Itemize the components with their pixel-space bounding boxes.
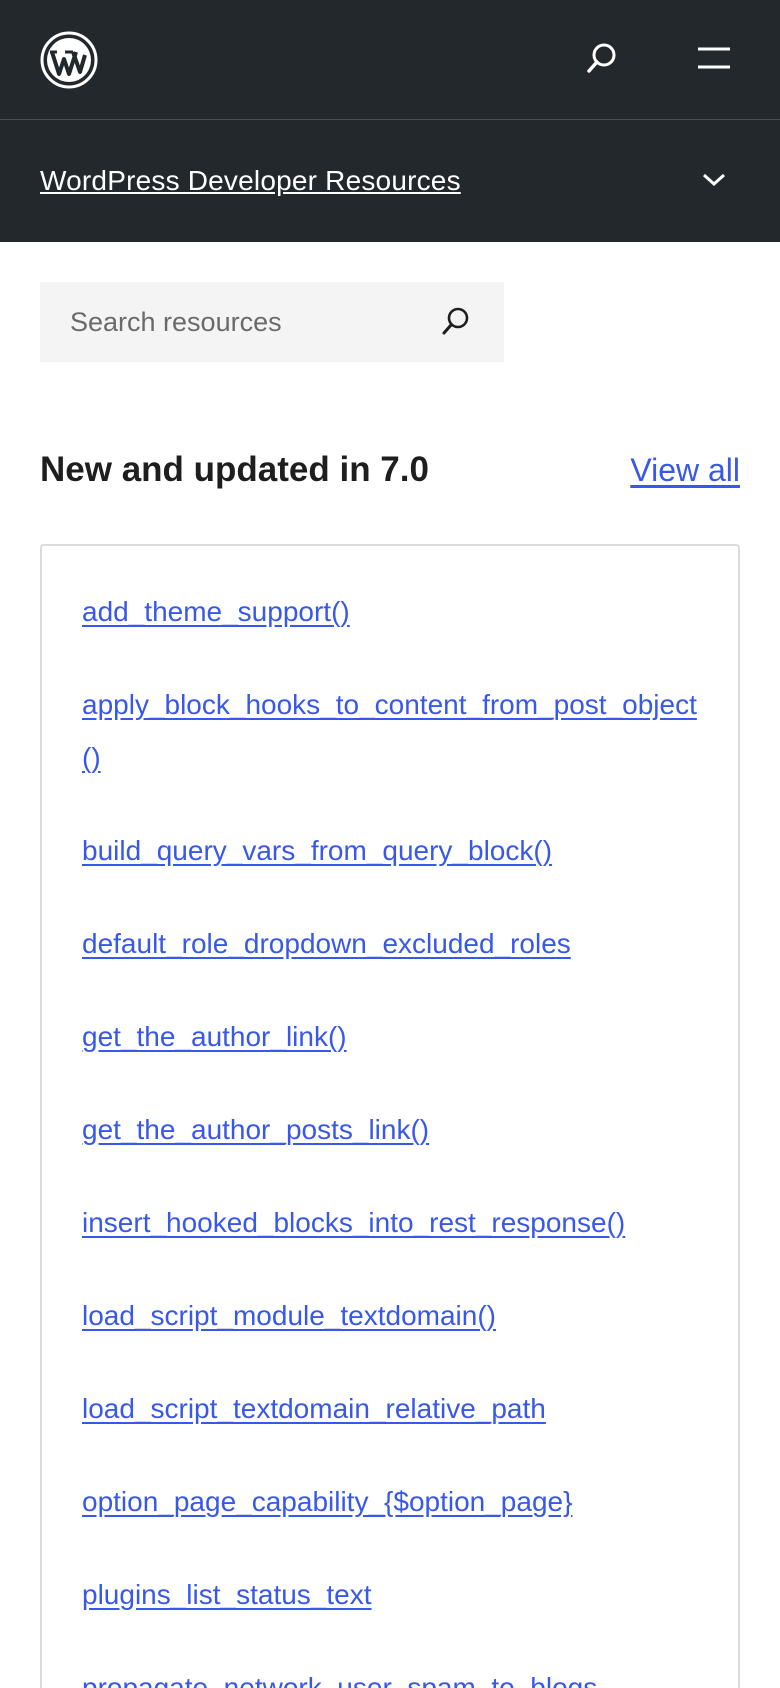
search-icon — [585, 41, 619, 78]
search-section — [0, 242, 780, 362]
list-item: default_role_dropdown_excluded_roles — [82, 920, 698, 973]
header-search-button[interactable] — [576, 34, 628, 86]
section-header: New and updated in 7.0 View all — [0, 448, 780, 492]
header-actions — [576, 34, 740, 86]
local-nav: WordPress Developer Resources — [0, 120, 780, 242]
list-link[interactable]: option_page_capability_{$option_page} — [82, 1486, 572, 1517]
list-link[interactable]: load_script_textdomain_relative_path — [82, 1393, 546, 1424]
list-item: apply_block_hooks_to_content_from_post_o… — [82, 681, 698, 787]
updated-list-card: add_theme_support() apply_block_hooks_to… — [40, 544, 740, 1688]
list-link[interactable]: propagate_network_user_spam_to_blogs — [82, 1672, 597, 1688]
list-link[interactable]: build_query_vars_from_query_block() — [82, 835, 552, 866]
list-item: build_query_vars_from_query_block() — [82, 827, 698, 880]
search-box — [40, 282, 504, 362]
list-link[interactable]: get_the_author_link() — [82, 1021, 347, 1052]
list-link[interactable]: plugins_list_status_text — [82, 1579, 372, 1610]
list-item: load_script_module_textdomain() — [82, 1292, 698, 1345]
list-item: load_script_textdomain_relative_path — [82, 1385, 698, 1438]
view-all-link[interactable]: View all — [630, 452, 740, 489]
wordpress-logo-icon[interactable] — [40, 31, 98, 89]
list-item: add_theme_support() — [82, 588, 698, 641]
section-title: New and updated in 7.0 — [40, 450, 429, 489]
list-link[interactable]: apply_block_hooks_to_content_from_post_o… — [82, 689, 697, 773]
search-submit-button[interactable] — [430, 296, 482, 348]
list-item: insert_hooked_blocks_into_rest_response(… — [82, 1199, 698, 1252]
list-item: option_page_capability_{$option_page} — [82, 1478, 698, 1531]
search-input[interactable] — [70, 306, 430, 338]
list-link[interactable]: add_theme_support() — [82, 596, 350, 627]
menu-icon — [696, 46, 732, 73]
list-link[interactable]: load_script_module_textdomain() — [82, 1300, 496, 1331]
local-nav-toggle-button[interactable] — [688, 155, 740, 207]
list-item: get_the_author_posts_link() — [82, 1106, 698, 1159]
list-item: get_the_author_link() — [82, 1013, 698, 1066]
global-header — [0, 0, 780, 120]
list-item: plugins_list_status_text — [82, 1571, 698, 1624]
chevron-down-icon — [701, 172, 727, 191]
menu-button[interactable] — [688, 34, 740, 86]
list-item: propagate_network_user_spam_to_blogs — [82, 1664, 698, 1688]
list-link[interactable]: insert_hooked_blocks_into_rest_response(… — [82, 1207, 625, 1238]
site-title[interactable]: WordPress Developer Resources — [40, 165, 461, 197]
search-icon — [440, 305, 472, 340]
list-link[interactable]: default_role_dropdown_excluded_roles — [82, 928, 571, 959]
updated-list: add_theme_support() apply_block_hooks_to… — [82, 588, 698, 1688]
list-link[interactable]: get_the_author_posts_link() — [82, 1114, 429, 1145]
